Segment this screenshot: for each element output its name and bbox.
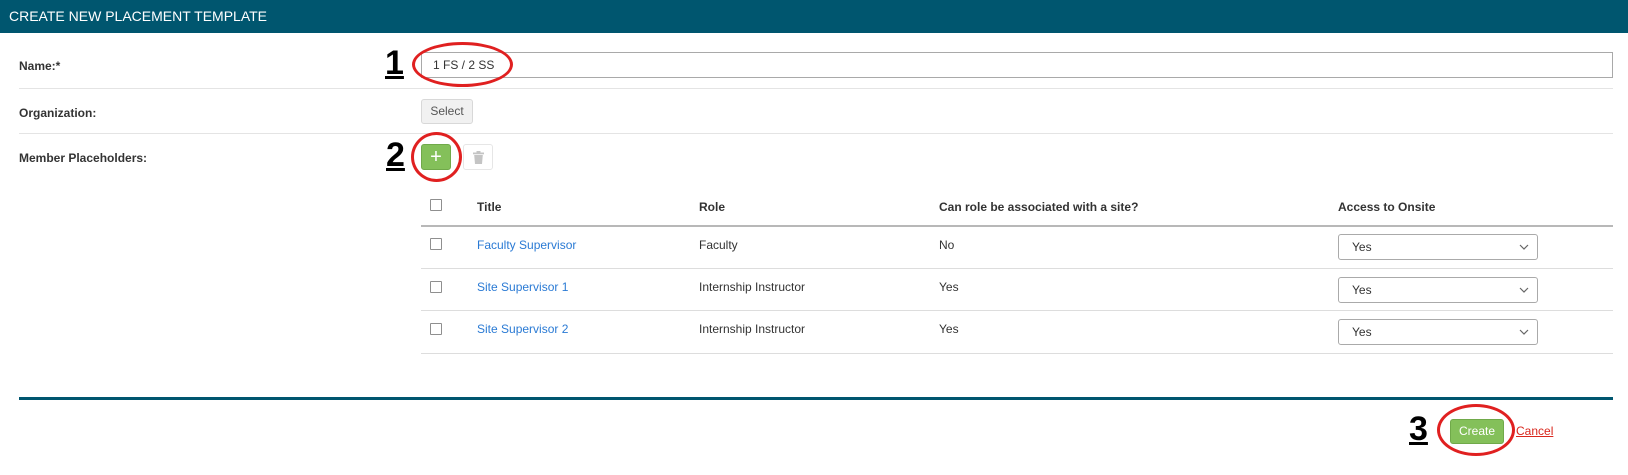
access-onsite-select[interactable]: Yes [1338,234,1538,260]
access-onsite-select[interactable]: Yes [1338,319,1538,345]
divider [19,88,1613,89]
select-value: Yes [1352,325,1372,339]
add-placeholder-button[interactable]: + [421,144,451,170]
column-header-title: Title [477,200,502,214]
chevron-down-icon [1519,329,1529,335]
chevron-down-icon [1519,244,1529,250]
select-value: Yes [1352,240,1372,254]
row-title-link[interactable]: Site Supervisor 2 [477,322,568,336]
column-header-site: Can role be associated with a site? [939,200,1139,214]
select-value: Yes [1352,283,1372,297]
footer-divider [19,397,1613,400]
delete-placeholder-button[interactable] [463,144,493,170]
create-button[interactable]: Create [1450,419,1504,444]
cancel-link[interactable]: Cancel [1516,424,1553,438]
row-divider [421,310,1613,311]
annotation-number-3: 3 [1409,410,1428,448]
row-title-link[interactable]: Site Supervisor 1 [477,280,568,294]
row-title-link[interactable]: Faculty Supervisor [477,238,576,252]
row-divider [421,268,1613,269]
annotation-number-1: 1 [385,44,404,82]
table-header-divider [421,225,1613,227]
row-site-association: No [939,238,955,252]
row-site-association: Yes [939,322,959,336]
annotation-number-2: 2 [386,136,405,174]
row-divider [421,353,1613,354]
organization-label: Organization: [19,106,97,120]
organization-select-button[interactable]: Select [421,99,473,124]
name-input[interactable] [421,52,1613,78]
plus-icon: + [430,146,442,168]
chevron-down-icon [1519,287,1529,293]
row-checkbox[interactable] [430,323,442,335]
row-role: Faculty [699,238,738,252]
row-checkbox[interactable] [430,238,442,250]
row-site-association: Yes [939,280,959,294]
column-header-access: Access to Onsite [1338,200,1436,214]
access-onsite-select[interactable]: Yes [1338,277,1538,303]
page-header: CREATE NEW PLACEMENT TEMPLATE [0,0,1628,33]
member-placeholders-label: Member Placeholders: [19,151,148,165]
row-role: Internship Instructor [699,322,806,336]
page-title: CREATE NEW PLACEMENT TEMPLATE [9,8,268,24]
trash-icon [472,150,484,164]
name-label: Name:* [19,59,61,73]
row-checkbox[interactable] [430,281,442,293]
divider [19,133,1613,134]
select-all-checkbox[interactable] [430,199,442,211]
column-header-role: Role [699,200,726,214]
row-role: Internship Instructor [699,280,806,294]
